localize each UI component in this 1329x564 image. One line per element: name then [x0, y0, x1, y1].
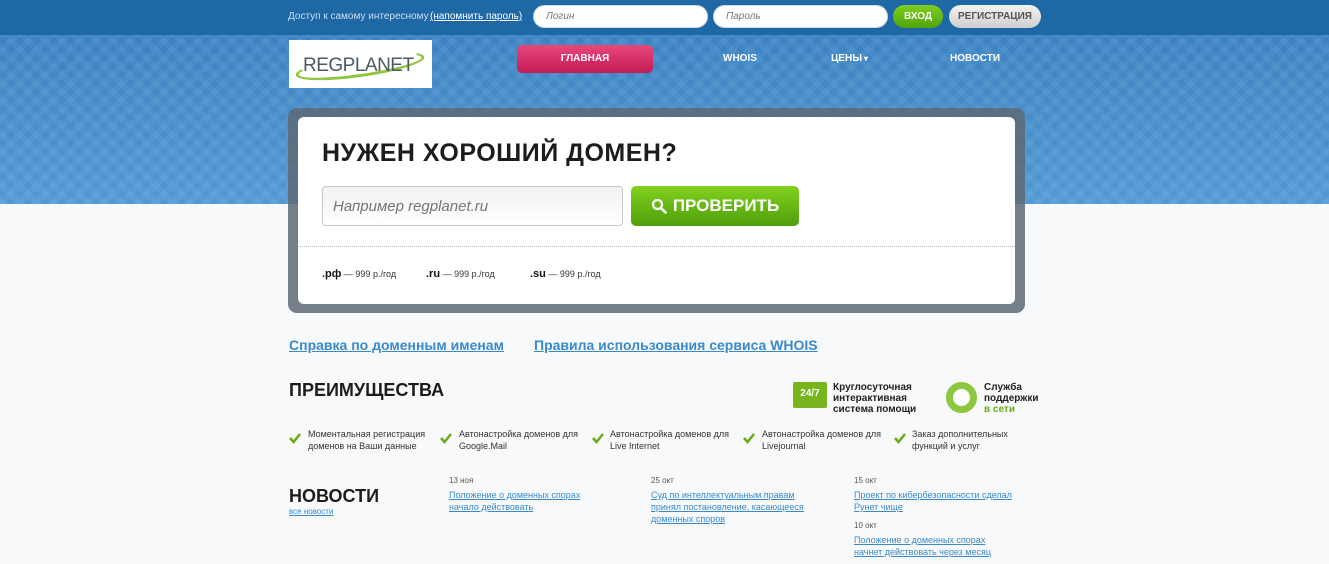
support-online-status: в сети — [984, 404, 1015, 415]
check-icon — [743, 433, 755, 444]
price-rf: .рф — 999 р./год — [322, 268, 396, 280]
news-line: Положение о доменных спорах — [854, 535, 986, 545]
news-line: Рунет чище — [854, 502, 903, 512]
nav-whois[interactable]: WHOIS — [723, 53, 757, 64]
news-date: 10 окт — [854, 521, 877, 530]
all-news-link[interactable]: все новости — [289, 507, 333, 516]
zone-price: — 999 р./год — [442, 269, 495, 279]
search-icon — [651, 198, 667, 214]
whois-rules-link[interactable]: Правила использования сервиса WHOIS — [534, 337, 818, 353]
news-link[interactable]: Суд по интеллектуальным правам принял пос… — [651, 489, 804, 525]
divider — [298, 246, 1015, 247]
check-icon — [440, 433, 452, 444]
support-247-line: интерактивная — [833, 393, 907, 404]
logo-text: REGPLANET — [303, 55, 414, 76]
news-line: Суд по интеллектуальным правам — [651, 490, 795, 500]
support-247-line: система помощи — [833, 404, 917, 415]
check-icon — [289, 433, 301, 444]
lifebuoy-icon — [946, 382, 977, 413]
feature-line: Google.Mail — [459, 441, 508, 451]
zone-price: — 999 р./год — [548, 269, 601, 279]
news-date: 15 окт — [854, 476, 877, 485]
support-online[interactable]: Служба поддержки в сети — [984, 382, 1039, 415]
feature-line: Автонастройка доменов для — [762, 429, 881, 439]
feature-line: доменов на Ваши данные — [308, 441, 417, 451]
feature-item: Моментальная регистрация доменов на Ваши … — [308, 428, 425, 452]
login-input[interactable] — [533, 5, 708, 28]
check-domain-button[interactable]: ПРОВЕРИТЬ — [631, 186, 799, 226]
nav-prices-label: ЦЕНЫ — [831, 53, 862, 64]
news-date: 25 окт — [651, 476, 674, 485]
news-link[interactable]: Положение о доменных спорах начнет действ… — [854, 534, 991, 558]
feature-line: Моментальная регистрация — [308, 429, 426, 439]
register-button[interactable]: РЕГИСТРАЦИЯ — [949, 5, 1041, 28]
feature-line: Автонастройка доменов для — [610, 429, 729, 439]
feature-line: Livejournal — [762, 441, 806, 451]
check-icon — [592, 433, 604, 444]
price-su: .su — 999 р./год — [530, 268, 601, 280]
news-line: Положение о доменных спорах — [449, 490, 581, 500]
feature-line: Live Internet — [610, 441, 660, 451]
news-date: 13 ноя — [449, 476, 474, 485]
access-text: Доступ к самому интересному — [288, 11, 429, 22]
zone-label: .su — [530, 268, 546, 280]
support-247-icon: 24/7 — [793, 382, 827, 408]
price-ru: .ru — 999 р./год — [426, 268, 495, 280]
feature-line: Автонастройка доменов для — [459, 429, 578, 439]
support-online-line: поддержки — [984, 393, 1039, 404]
login-button[interactable]: ВХОД — [893, 5, 943, 28]
check-button-label: ПРОВЕРИТЬ — [672, 196, 780, 215]
feature-item: Автонастройка доменов для Live Internet — [610, 428, 729, 452]
support-online-line: Служба — [984, 382, 1022, 393]
support-247-text: Круглосуточная интерактивная система пом… — [833, 382, 916, 415]
nav-home[interactable]: ГЛАВНАЯ — [517, 45, 653, 73]
feature-item: Автонастройка доменов для Google.Mail — [459, 428, 578, 452]
feature-item: Заказ дополнительных функций и услуг — [912, 428, 1008, 452]
news-line: начало действовать — [449, 502, 534, 512]
feature-line: Заказ дополнительных — [912, 429, 1008, 439]
password-input[interactable] — [713, 5, 888, 28]
feature-item: Автонастройка доменов для Livejournal — [762, 428, 881, 452]
news-line: Проект по кибербезопасности сделал — [854, 490, 1012, 500]
chevron-down-icon: ▾ — [864, 54, 869, 63]
feature-line: функций и услуг — [912, 441, 980, 451]
news-link[interactable]: Проект по кибербезопасности сделал Рунет … — [854, 489, 1012, 513]
remind-password-link[interactable]: (напомнить пароль) — [430, 11, 522, 22]
news-link[interactable]: Положение о доменных спорах начало действ… — [449, 489, 580, 513]
news-line: принял постановление, касающееся — [651, 502, 804, 512]
zone-label: .рф — [322, 268, 342, 280]
advantages-title: ПРЕИМУЩЕСТВА — [289, 380, 445, 400]
regplanet-logo[interactable]: REGPLANET — [289, 40, 432, 88]
news-title: НОВОСТИ — [289, 486, 380, 506]
domain-search-input[interactable] — [322, 186, 623, 226]
support-247-line: Круглосуточная — [833, 382, 912, 393]
nav-prices[interactable]: ЦЕНЫ ▾ — [831, 53, 868, 64]
check-icon — [894, 433, 906, 444]
domain-help-link[interactable]: Справка по доменным именам — [289, 337, 504, 353]
news-line: начнет действовать через месяц — [854, 547, 992, 557]
news-line: доменных споров — [651, 514, 726, 524]
zone-label: .ru — [426, 268, 441, 280]
zone-price: — 999 р./год — [343, 269, 397, 279]
search-title: НУЖЕН ХОРОШИЙ ДОМЕН? — [322, 139, 678, 167]
domain-search-card: НУЖЕН ХОРОШИЙ ДОМЕН? ПРОВЕРИТЬ .рф — 999… — [298, 117, 1015, 304]
nav-news[interactable]: НОВОСТИ — [950, 53, 1000, 64]
